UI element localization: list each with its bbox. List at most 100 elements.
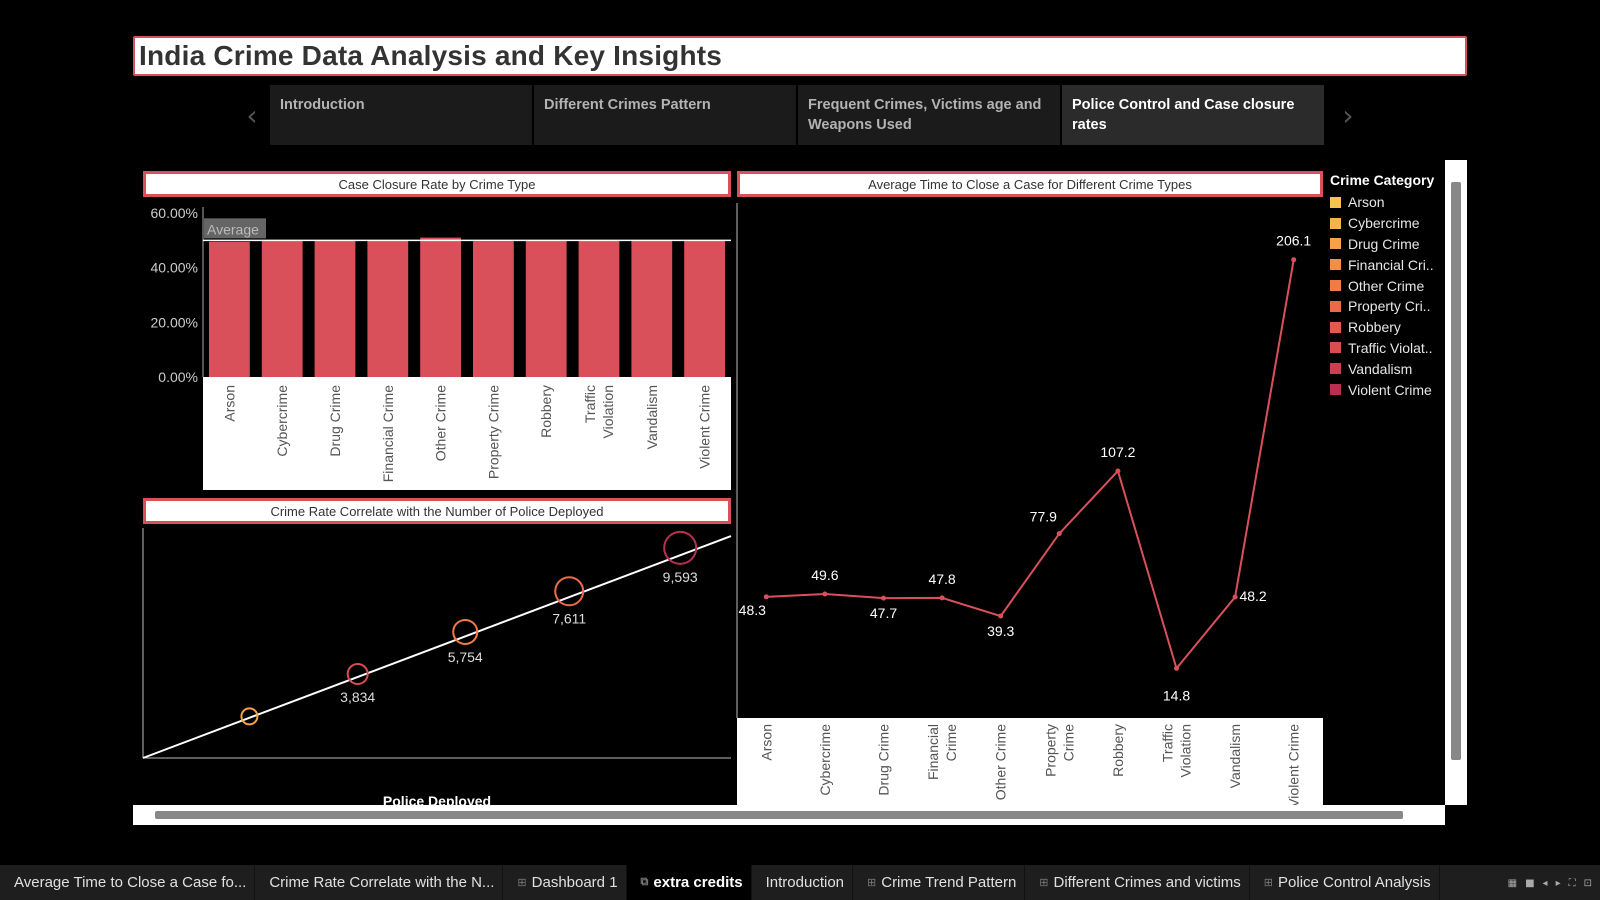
line-x-tick-label: Traffic xyxy=(1160,724,1176,762)
legend-item-robbery[interactable]: Robbery xyxy=(1330,317,1445,338)
view-controls: ▦ ■ ◂ ▸ ⛶ ⊡ xyxy=(1508,878,1592,889)
sheet-tab-extra-credits[interactable]: ⧉ extra credits xyxy=(626,865,752,900)
bar-y-tick-label: 0.00% xyxy=(158,369,198,385)
sheet-tab-different-crimes-and-victims[interactable]: ⊞ Different Crimes and victims xyxy=(1025,865,1250,900)
legend-label: Violent Crime xyxy=(1348,381,1432,398)
legend-label: Cybercrime xyxy=(1348,215,1420,232)
sheet-tab-police-control-analysis[interactable]: ⊞ Police Control Analysis xyxy=(1250,865,1440,900)
legend-label: Property Cri.. xyxy=(1348,298,1431,315)
line-x-tick-label: Property xyxy=(1042,724,1058,777)
line-point-property-crime[interactable] xyxy=(1056,531,1062,537)
sheet-tab-introduction[interactable]: Introduction xyxy=(752,865,854,900)
bar-x-tick-label: Other Crime xyxy=(433,385,449,461)
line-point-other-crime[interactable] xyxy=(998,613,1004,619)
bar-violent-crime[interactable] xyxy=(684,240,725,377)
bar-drug-crime[interactable] xyxy=(314,240,356,377)
legend-label: Drug Crime xyxy=(1348,235,1420,252)
horizontal-scrollbar[interactable] xyxy=(133,805,1445,825)
legend-label: Financial Cri.. xyxy=(1348,256,1434,273)
bar-vandalism[interactable] xyxy=(631,240,673,377)
sheet-tab-crime-trend-pattern[interactable]: ⊞ Crime Trend Pattern xyxy=(853,865,1026,900)
line-point-robbery[interactable] xyxy=(1115,468,1121,474)
line-point-vandalism[interactable] xyxy=(1232,594,1238,600)
fullscreen-icon[interactable]: ⛶ xyxy=(1569,878,1576,889)
bar-cybercrime[interactable] xyxy=(261,240,303,377)
sheet-tab-label: Dashboard 1 xyxy=(531,874,618,891)
vertical-scrollbar[interactable] xyxy=(1445,160,1467,805)
legend-swatch xyxy=(1330,321,1341,333)
scatter-data-label: 5,754 xyxy=(448,649,483,665)
bar-other-crime[interactable] xyxy=(420,237,461,377)
bar-x-tick-label: Traffic xyxy=(582,385,598,423)
legend-item-other-crime[interactable]: Other Crime xyxy=(1330,275,1445,296)
scatter-point[interactable] xyxy=(663,530,698,565)
horizontal-scrollbar-thumb[interactable] xyxy=(155,811,1403,819)
line-data-label: 48.2 xyxy=(1239,588,1266,604)
line-point-arson[interactable] xyxy=(763,594,769,600)
legend-swatch xyxy=(1330,217,1341,229)
sheet-tab-label: Crime Rate Correlate with the N... xyxy=(269,874,495,891)
legend-label: Other Crime xyxy=(1348,277,1425,294)
dashboard-icon: ⊞ xyxy=(1039,877,1049,889)
charts-canvas: 0.00% 20.00% 40.00% 60.00% Arson Cybercrime Dr… xyxy=(142,203,1311,809)
bar-financial-crime[interactable] xyxy=(367,240,409,377)
sheet-tab-label: Police Control Analysis xyxy=(1278,874,1431,891)
line-point-violent-crime[interactable] xyxy=(1291,257,1297,263)
legend-item-financial-cri[interactable]: Financial Cri.. xyxy=(1330,254,1445,275)
legend-item-drug-crime[interactable]: Drug Crime xyxy=(1330,234,1445,255)
sheet-tab-average-time-to-close-a-case-fo[interactable]: Average Time to Close a Case fo... xyxy=(0,865,256,900)
line-data-label: 49.6 xyxy=(811,567,838,583)
bar-arson[interactable] xyxy=(209,241,250,377)
legend-item-traffic-violat[interactable]: Traffic Violat.. xyxy=(1330,338,1445,359)
line-x-tick-label: Vandalism xyxy=(1227,724,1243,788)
avg-time-line-chart: 48.3 49.6 47.7 47.8 39.3 77.9 107.2 14.8 48.2 206… xyxy=(736,203,1311,808)
line-x-tick-label: Violation xyxy=(1178,724,1194,777)
average-label: Average xyxy=(207,221,259,237)
next-sheet-icon[interactable]: ▸ xyxy=(1556,878,1561,889)
line-x-tick-label: Other Crime xyxy=(993,724,1009,800)
legend-item-arson[interactable]: Arson xyxy=(1330,192,1445,213)
scatter-point[interactable] xyxy=(554,576,585,607)
grid-view-icon[interactable]: ▦ xyxy=(1508,878,1517,889)
line-x-tick-label: Financial xyxy=(925,724,941,780)
vertical-scrollbar-thumb[interactable] xyxy=(1451,182,1461,760)
prev-sheet-icon[interactable]: ◂ xyxy=(1543,878,1548,889)
bar-property-crime[interactable] xyxy=(473,241,514,377)
line-point-financial-crime[interactable] xyxy=(939,595,945,601)
bar-y-tick-label: 60.00% xyxy=(151,205,198,221)
bar-robbery[interactable] xyxy=(525,240,567,377)
bar-x-tick-label: Property Crime xyxy=(485,385,501,479)
legend-item-property-cri[interactable]: Property Cri.. xyxy=(1330,296,1445,317)
sheet-tab-crime-rate-correlate-with-the-n[interactable]: Crime Rate Correlate with the N... xyxy=(255,865,504,900)
dashboard-icon: ⊞ xyxy=(867,877,877,889)
bar-traffic-violation[interactable] xyxy=(578,240,620,377)
legend-item-violent-crime[interactable]: Violent Crime xyxy=(1330,379,1445,400)
legend-item-vandalism[interactable]: Vandalism xyxy=(1330,358,1445,379)
legend-item-cybercrime[interactable]: Cybercrime xyxy=(1330,213,1445,234)
line-data-label: 48.3 xyxy=(739,602,766,618)
line-point-traffic-violation[interactable] xyxy=(1174,665,1179,671)
single-view-icon[interactable]: ■ xyxy=(1525,878,1534,889)
line-point-drug-crime[interactable] xyxy=(881,595,886,601)
closure-rate-bar-chart: 0.00% 20.00% 40.00% 60.00% Arson Cybercrime Dr… xyxy=(151,205,731,482)
sheet-tab-dashboard-1[interactable]: ⊞ Dashboard 1 xyxy=(503,865,627,900)
line-data-label: 107.2 xyxy=(1100,444,1135,460)
scatter-point[interactable] xyxy=(452,618,479,645)
bar-x-tick-label: Drug Crime xyxy=(327,385,343,457)
line-x-tick-label: Drug Crime xyxy=(876,724,892,796)
legend-swatch xyxy=(1330,300,1341,312)
line-data-label: 206.1 xyxy=(1276,233,1311,249)
bar-x-tick-label: Vandalism xyxy=(644,385,660,449)
line-data-label: 77.9 xyxy=(1030,509,1057,525)
present-icon[interactable]: ⊡ xyxy=(1584,878,1592,889)
bar-y-tick-label: 40.00% xyxy=(151,260,198,276)
dashboard-root: India Crime Data Analysis and Key Insigh… xyxy=(0,0,1600,900)
sheet-tab-label: Crime Trend Pattern xyxy=(881,874,1017,891)
line-x-tick-label: Violent Crime xyxy=(1286,724,1302,808)
legend-swatch xyxy=(1330,342,1341,354)
legend-swatch xyxy=(1330,384,1341,396)
bar-x-tick-label: Financial Crime xyxy=(380,385,396,482)
legend-label: Arson xyxy=(1348,194,1385,211)
line-point-cybercrime[interactable] xyxy=(822,591,828,597)
dashboard-icon: ⊞ xyxy=(517,877,527,889)
